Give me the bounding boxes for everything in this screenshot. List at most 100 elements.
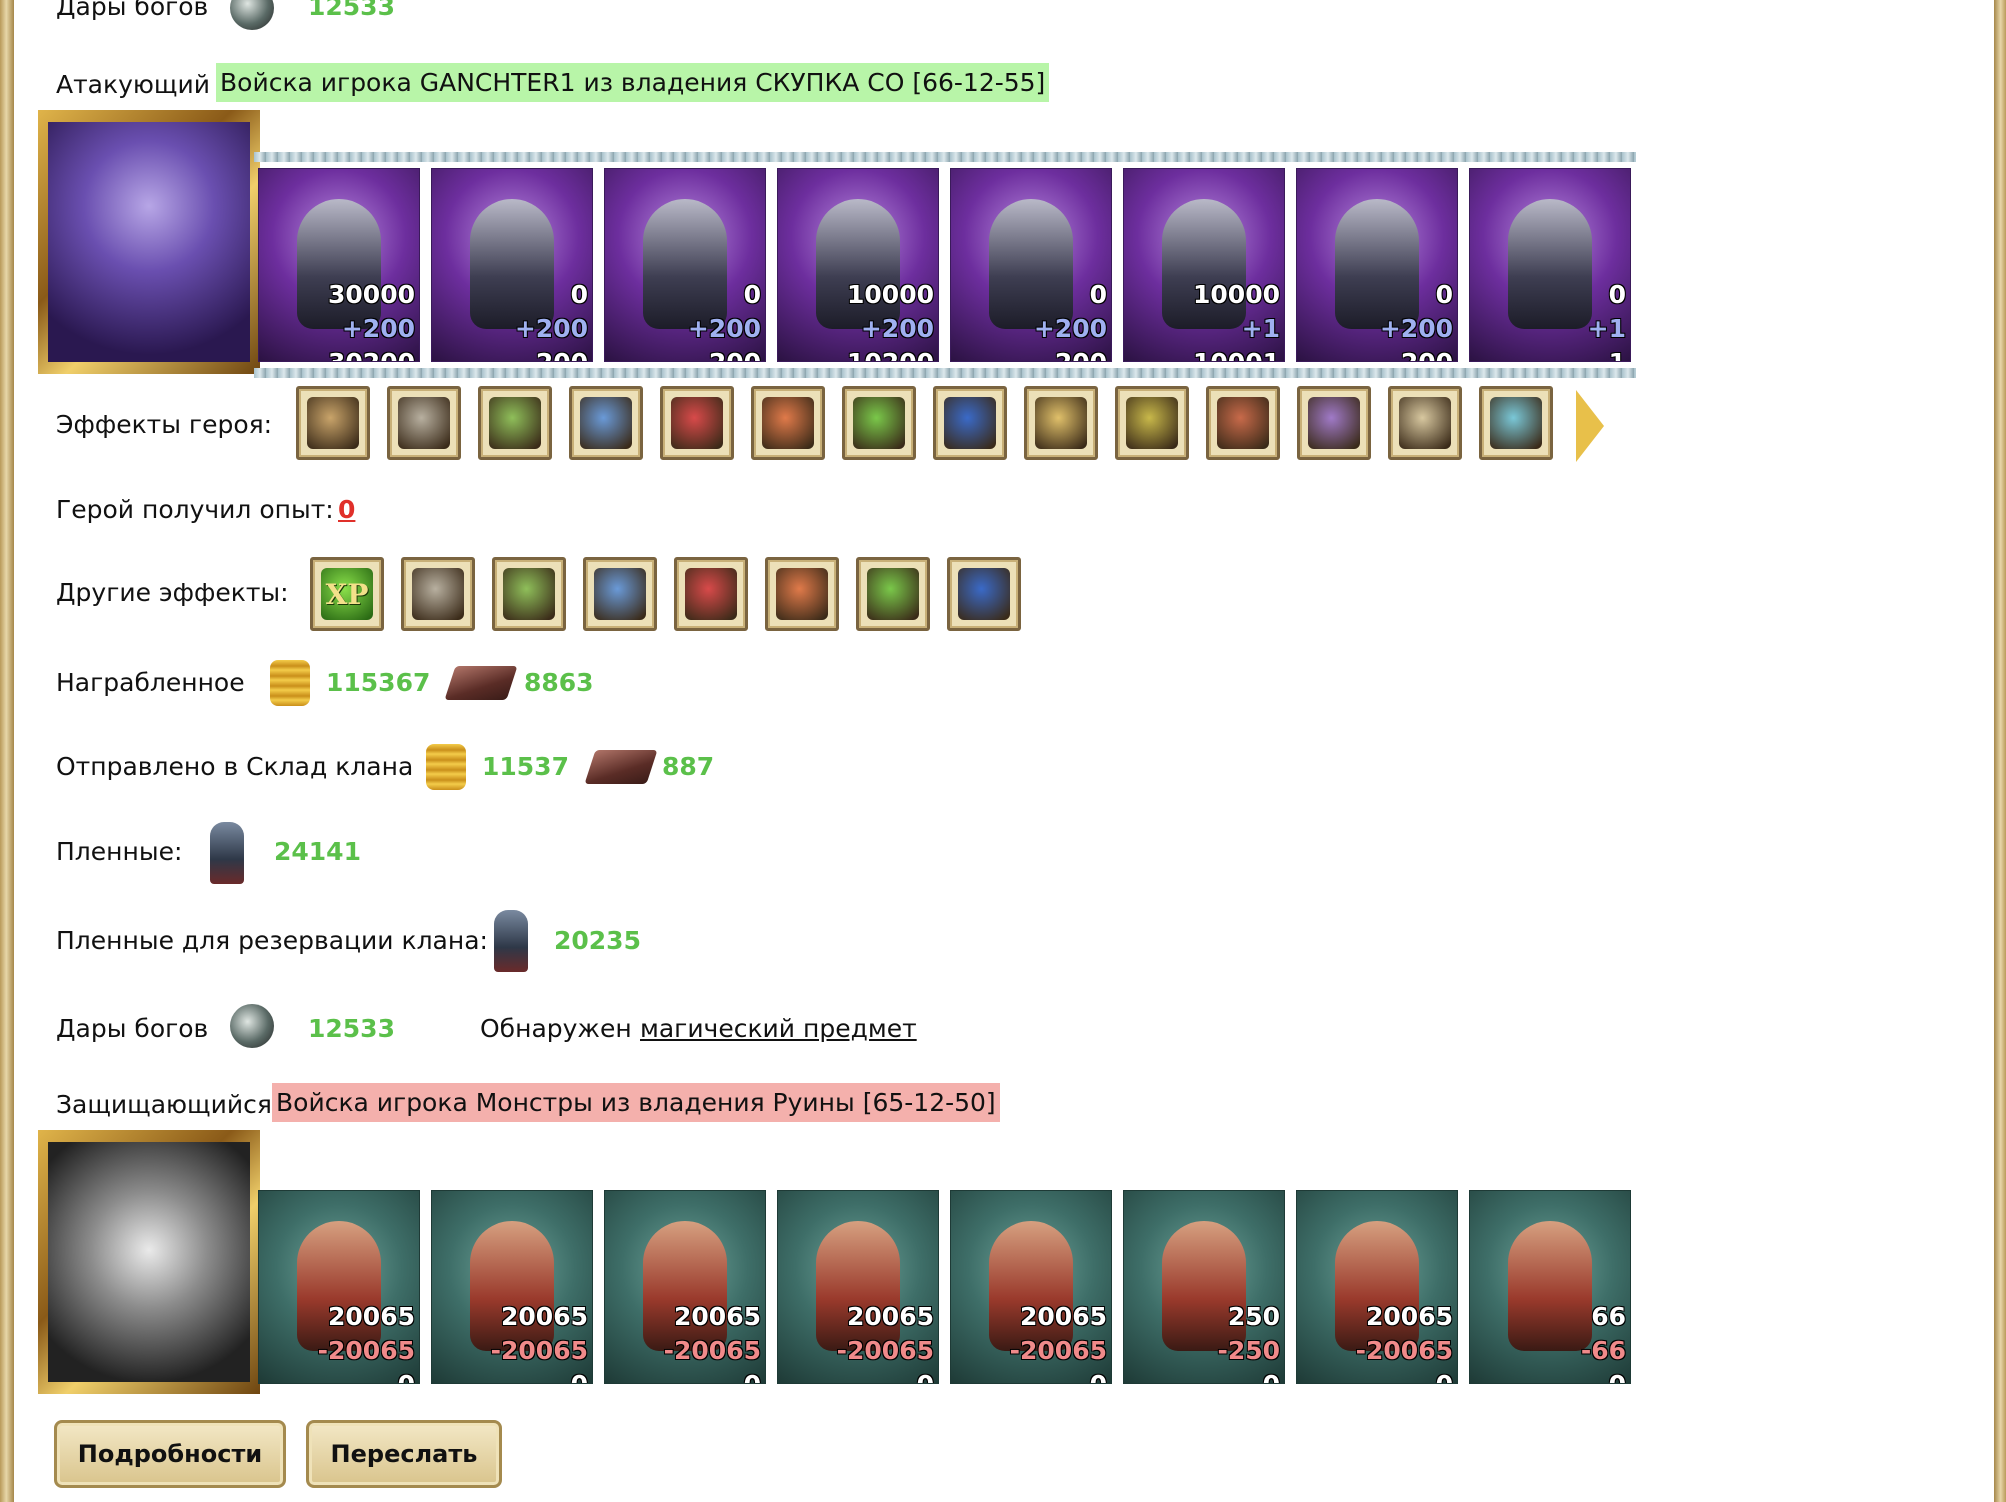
defender-unit-card[interactable]: 20065 -20065 0 bbox=[777, 1190, 939, 1384]
fist-sword-icon[interactable] bbox=[674, 557, 748, 631]
unit-figure bbox=[297, 199, 381, 329]
loot-gold-value: 115367 bbox=[326, 668, 431, 697]
unit-figure bbox=[297, 1221, 381, 1351]
unit-start-count: 20065 bbox=[1020, 1302, 1107, 1331]
defender-banner: Войска игрока Монстры из владения Руины … bbox=[272, 1083, 1000, 1122]
gauntlet-icon[interactable] bbox=[1388, 386, 1462, 460]
helmet-icon[interactable] bbox=[933, 386, 1007, 460]
attacker-unit-card[interactable]: 10000 +200 10200 bbox=[777, 168, 939, 362]
clan-warehouse-label: Отправлено в Склад клана bbox=[56, 752, 414, 781]
unit-change-count: +200 bbox=[341, 314, 415, 343]
unit-figure bbox=[989, 1221, 1073, 1351]
unit-change-count: +1 bbox=[1241, 314, 1280, 343]
hero-exp-label: Герой получил опыт: bbox=[56, 495, 334, 524]
orb-icon bbox=[230, 0, 274, 30]
unit-total-count: 0 bbox=[1090, 1371, 1107, 1384]
gold-icon bbox=[270, 660, 310, 706]
defender-unit-card[interactable]: 250 -250 0 bbox=[1123, 1190, 1285, 1384]
claw-icon[interactable] bbox=[1479, 386, 1553, 460]
gold-sack-icon[interactable] bbox=[856, 557, 930, 631]
unit-start-count: 10000 bbox=[1193, 280, 1280, 309]
defender-unit-card[interactable]: 20065 -20065 0 bbox=[1296, 1190, 1458, 1384]
attacker-hero-portrait[interactable] bbox=[38, 110, 260, 374]
unit-figure bbox=[1508, 199, 1592, 329]
magic-item-link[interactable]: магический предмет bbox=[640, 1014, 917, 1043]
unit-start-count: 0 bbox=[1435, 280, 1453, 309]
unit-total-count: 0 bbox=[1609, 1371, 1626, 1384]
xp-text: XP bbox=[325, 578, 369, 611]
sword-icon[interactable] bbox=[947, 557, 1021, 631]
attacker-unit-card[interactable]: 0 +1 1 bbox=[1469, 168, 1631, 362]
heart-sword-icon[interactable] bbox=[492, 557, 566, 631]
skull-icon[interactable] bbox=[387, 386, 461, 460]
attacker-unit-card[interactable]: 30000 +200 30200 bbox=[258, 168, 420, 362]
defender-unit-card[interactable]: 20065 -20065 0 bbox=[258, 1190, 420, 1384]
medal-icon[interactable] bbox=[1024, 386, 1098, 460]
ring-icon[interactable] bbox=[1297, 386, 1371, 460]
unit-start-count: 20065 bbox=[1366, 1302, 1453, 1331]
gifts-value-top: 12533 bbox=[308, 0, 395, 21]
unit-start-count: 0 bbox=[743, 280, 761, 309]
attacker-unit-card[interactable]: 0 +200 200 bbox=[1296, 168, 1458, 362]
prisoner-icon bbox=[494, 910, 528, 972]
beast-icon[interactable] bbox=[401, 557, 475, 631]
arrow-right-icon[interactable] bbox=[1576, 390, 1604, 462]
unit-total-count: 0 bbox=[398, 1371, 415, 1384]
loot-ore-value: 8863 bbox=[524, 668, 594, 697]
unit-start-count: 20065 bbox=[501, 1302, 588, 1331]
defender-unit-card[interactable]: 20065 -20065 0 bbox=[950, 1190, 1112, 1384]
gold-icon bbox=[426, 744, 466, 790]
potion-icon[interactable] bbox=[842, 386, 916, 460]
unit-change-count: -66 bbox=[1580, 1336, 1626, 1365]
unit-total-count: 0 bbox=[571, 1371, 588, 1384]
attacker-unit-card[interactable]: 0 +200 200 bbox=[431, 168, 593, 362]
unit-change-count: -20065 bbox=[1355, 1336, 1453, 1365]
clan-warehouse-ore-value: 887 bbox=[662, 752, 715, 781]
unit-start-count: 66 bbox=[1591, 1302, 1626, 1331]
unit-change-count: -20065 bbox=[836, 1336, 934, 1365]
frost-icon[interactable] bbox=[569, 386, 643, 460]
hero-exp-value[interactable]: 0 bbox=[338, 495, 355, 524]
loot-label: Награбленное bbox=[56, 668, 245, 697]
attacker-label: Атакующий bbox=[56, 70, 210, 99]
prisoners-value: 24141 bbox=[274, 837, 361, 866]
orb-icon bbox=[230, 1004, 274, 1048]
prisoner-icon bbox=[210, 822, 244, 884]
ore-icon bbox=[444, 666, 518, 700]
unit-figure bbox=[1335, 199, 1419, 329]
unit-change-count: -20065 bbox=[490, 1336, 588, 1365]
clan-prisoners-label: Пленные для резервации клана: bbox=[56, 926, 488, 955]
clan-prisoners-value: 20235 bbox=[554, 926, 641, 955]
boots-icon[interactable] bbox=[1206, 386, 1280, 460]
other-effects-label: Другие эффекты: bbox=[56, 578, 289, 607]
unit-figure bbox=[643, 1221, 727, 1351]
defender-unit-card[interactable]: 20065 -20065 0 bbox=[431, 1190, 593, 1384]
defender-unit-card[interactable]: 66 -66 0 bbox=[1469, 1190, 1631, 1384]
defender-unit-card[interactable]: 20065 -20065 0 bbox=[604, 1190, 766, 1384]
armor-icon[interactable] bbox=[1115, 386, 1189, 460]
unit-change-count: -20065 bbox=[1009, 1336, 1107, 1365]
sword-icon[interactable] bbox=[583, 557, 657, 631]
attacker-unit-card[interactable]: 10000 +1 10001 bbox=[1123, 168, 1285, 362]
defender-hero-portrait[interactable] bbox=[38, 1130, 260, 1394]
attacker-card-strip-bottom bbox=[254, 368, 1636, 378]
unit-total-count: 200 bbox=[536, 349, 588, 362]
unit-start-count: 10000 bbox=[847, 280, 934, 309]
found-label: Обнаружен bbox=[480, 1014, 632, 1043]
staff-icon[interactable] bbox=[478, 386, 552, 460]
heart-icon[interactable] bbox=[660, 386, 734, 460]
xp-icon[interactable]: XP bbox=[310, 557, 384, 631]
gifts-value: 12533 bbox=[308, 1014, 395, 1043]
unit-total-count: 10200 bbox=[847, 349, 934, 362]
unit-start-count: 0 bbox=[570, 280, 588, 309]
forward-button[interactable]: Переслать bbox=[306, 1420, 502, 1488]
unit-figure bbox=[816, 1221, 900, 1351]
attacker-unit-card[interactable]: 0 +200 200 bbox=[950, 168, 1112, 362]
attacker-unit-card[interactable]: 0 +200 200 bbox=[604, 168, 766, 362]
heart-sword-icon[interactable] bbox=[765, 557, 839, 631]
details-button[interactable]: Подробности bbox=[54, 1420, 286, 1488]
heart-leaf-icon[interactable] bbox=[751, 386, 825, 460]
unit-change-count: -20065 bbox=[663, 1336, 761, 1365]
mask-icon[interactable] bbox=[296, 386, 370, 460]
unit-change-count: +200 bbox=[860, 314, 934, 343]
